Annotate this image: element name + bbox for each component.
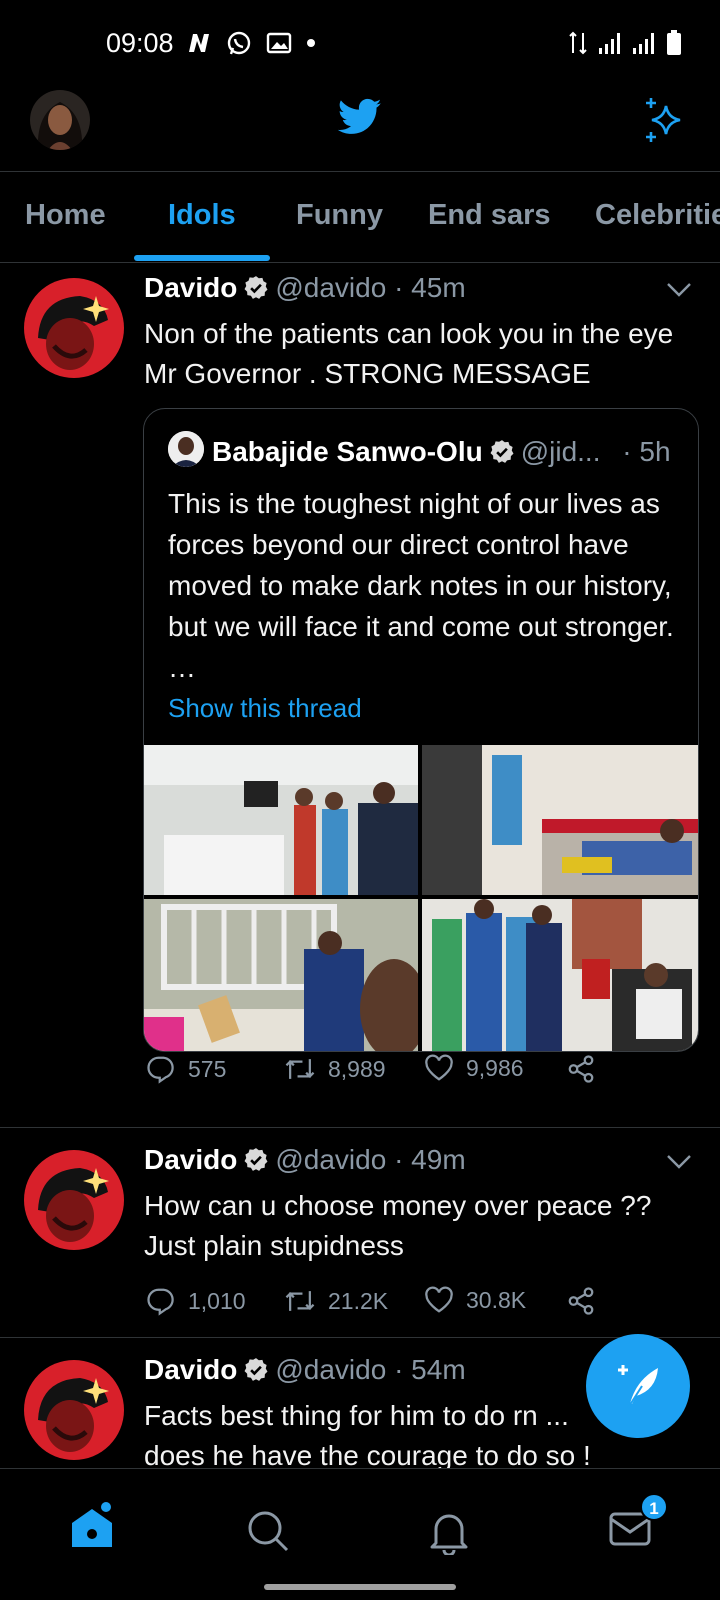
author-name[interactable]: Davido	[144, 1354, 237, 1385]
tweet-photo[interactable]	[422, 745, 698, 895]
tweet-photo[interactable]	[422, 899, 698, 1051]
tweet-text: Non of the patients can look you in the …	[144, 318, 674, 389]
top-bar	[0, 88, 720, 172]
tab-end-sars[interactable]: End sars	[428, 199, 551, 232]
status-bar: 09:08	[0, 0, 720, 88]
chevron-down-icon[interactable]	[666, 1154, 692, 1170]
reply-button[interactable]: 1,010	[146, 1286, 246, 1316]
dot-icon	[307, 39, 315, 47]
share-button[interactable]	[566, 1054, 596, 1084]
tweet-actions: 1,010 21.2K 30.8K	[146, 1286, 626, 1326]
verified-badge-icon	[244, 276, 268, 299]
like-count: 9,986	[466, 1054, 524, 1081]
tweet-text: Facts best thing for him to do rn ... do…	[144, 1400, 591, 1468]
tab-home[interactable]: Home	[25, 199, 106, 232]
bottom-navigation: 1	[0, 1468, 720, 1600]
tab-funny[interactable]: Funny	[296, 199, 383, 232]
reply-count: 1,010	[188, 1287, 246, 1314]
compose-feather-icon	[618, 1365, 658, 1409]
like-button[interactable]: 9,986	[424, 1054, 524, 1082]
reply-icon	[147, 1056, 174, 1084]
profile-avatar[interactable]	[30, 90, 90, 150]
author-handle[interactable]: @davido	[275, 1144, 386, 1175]
chevron-down-icon[interactable]	[666, 282, 692, 298]
tweet-photo[interactable]	[144, 745, 418, 895]
tab-idols[interactable]: Idols	[168, 199, 236, 232]
verified-badge-icon	[244, 1148, 268, 1171]
tweet[interactable]: Davido @davido · 45m Non of the patients …	[0, 264, 720, 1128]
n-notification-icon	[189, 34, 209, 52]
author-avatar[interactable]	[24, 1150, 124, 1250]
quote-time: · 5h	[622, 436, 671, 467]
twitter-bird-icon[interactable]	[338, 98, 382, 136]
notifications-icon[interactable]	[428, 1509, 470, 1555]
author-handle[interactable]: @davido	[275, 272, 386, 303]
data-arrows-icon	[569, 31, 587, 55]
home-icon[interactable]	[68, 1501, 116, 1551]
quote-author-handle: @jid...	[520, 436, 601, 467]
like-count: 30.8K	[466, 1286, 527, 1313]
like-button[interactable]: 30.8K	[424, 1286, 526, 1314]
retweet-count: 8,989	[328, 1055, 386, 1082]
topic-tabs: Home Idols Funny End sars Celebritie	[0, 173, 720, 263]
search-icon[interactable]	[246, 1509, 290, 1553]
author-name[interactable]: Davido	[144, 1144, 237, 1175]
tweet[interactable]: Davido @davido · 49m How can u choose mon…	[0, 1128, 720, 1338]
author-avatar[interactable]	[24, 1360, 124, 1460]
quoted-tweet[interactable]: Babajide Sanwo-Olu @jid... · 5h This is t…	[143, 408, 699, 1052]
author-name[interactable]: Davido	[144, 272, 237, 303]
tab-celebrities[interactable]: Celebritie	[595, 199, 720, 232]
reply-count: 575	[188, 1055, 227, 1082]
show-thread-link[interactable]: Show this thread	[168, 693, 362, 724]
retweet-icon	[285, 1059, 315, 1079]
tweet-time: · 45m	[394, 272, 466, 303]
quote-author-avatar	[168, 431, 204, 467]
status-time: 09:08	[106, 28, 174, 58]
verified-badge-icon	[244, 1358, 268, 1381]
retweet-icon	[285, 1291, 315, 1311]
signal-icon	[599, 33, 620, 54]
tweet-photo[interactable]	[144, 899, 418, 1051]
retweet-button[interactable]: 21.2K	[284, 1286, 388, 1316]
tweet-actions: 575 8,989 9,986	[146, 1054, 626, 1094]
share-icon	[568, 1287, 594, 1315]
share-icon	[568, 1055, 594, 1083]
active-tab-indicator	[134, 255, 270, 261]
heart-icon	[425, 1286, 453, 1313]
messages-badge: 1	[640, 1493, 668, 1521]
tweet-text: How can u choose money over peace ?? Jus…	[144, 1190, 652, 1261]
author-avatar[interactable]	[24, 278, 124, 378]
verified-badge-icon	[490, 440, 514, 463]
sparkle-icon[interactable]	[642, 96, 690, 144]
gallery-icon	[266, 32, 292, 54]
tweet-time: · 49m	[394, 1144, 466, 1175]
battery-icon	[667, 30, 681, 55]
share-button[interactable]	[566, 1286, 596, 1316]
home-indicator[interactable]	[264, 1584, 456, 1590]
compose-tweet-button[interactable]	[586, 1334, 690, 1438]
signal-icon-2	[633, 33, 654, 54]
reply-icon	[147, 1288, 174, 1316]
quote-author-name: Babajide Sanwo-Olu	[212, 436, 483, 467]
retweet-count: 21.2K	[328, 1287, 389, 1314]
reply-button[interactable]: 575	[146, 1054, 226, 1084]
author-handle[interactable]: @davido	[275, 1354, 386, 1385]
retweet-button[interactable]: 8,989	[284, 1054, 386, 1084]
tweet-time: · 54m	[394, 1354, 466, 1385]
heart-icon	[425, 1054, 453, 1081]
quote-text: This is the toughest night of our lives …	[168, 488, 674, 683]
whatsapp-icon	[227, 31, 251, 55]
